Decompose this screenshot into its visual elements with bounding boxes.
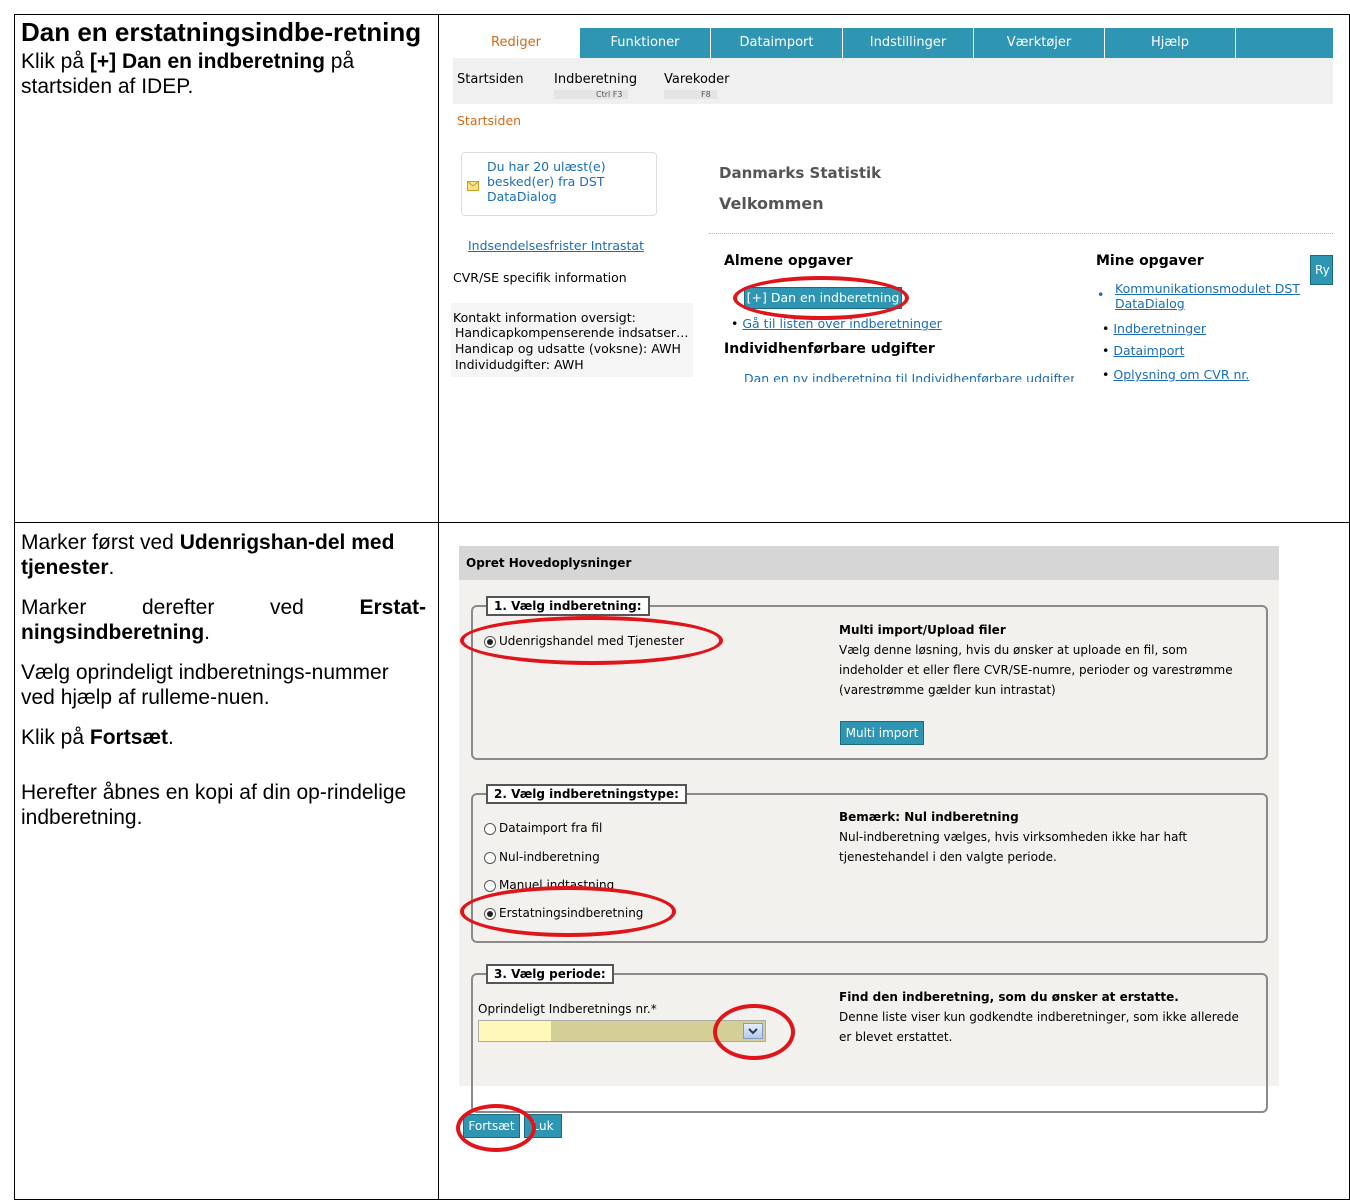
- breadcrumb[interactable]: Startsiden: [457, 113, 521, 128]
- option-udenrigshandel-radio[interactable]: [484, 636, 496, 648]
- section-title: Dan en erstatningsindbe-retning: [21, 17, 422, 47]
- step3-legend: 3. Vælg periode:: [486, 964, 614, 984]
- deadline-link[interactable]: Indsendelsesfrister Intrastat: [468, 238, 644, 253]
- tab-hjaelp[interactable]: Hjælp: [1105, 28, 1236, 58]
- multi-import-button[interactable]: Multi import: [840, 721, 924, 745]
- side-button[interactable]: Ry: [1310, 255, 1333, 285]
- step2-info: Bemærk: Nul indberetning Nul-indberetnin…: [839, 810, 1188, 864]
- my-task-link[interactable]: Dataimport: [1113, 343, 1184, 358]
- main-menu-bar: Rediger Funktioner Dataimport Indstillin…: [453, 28, 1333, 58]
- row2-step1: Marker først ved Udenrigshan-del med tje…: [21, 531, 395, 579]
- continue-button[interactable]: Fortsæt: [463, 1114, 520, 1138]
- option-erstatning-radio[interactable]: [484, 908, 496, 920]
- option-dataimport-radio[interactable]: [484, 823, 496, 835]
- option-erstatning-label[interactable]: Erstatningsindberetning: [499, 906, 643, 920]
- my-task-link[interactable]: Kommunikationsmodulet DST DataDialog: [1115, 281, 1312, 311]
- form-title: Opret Hovedoplysninger: [466, 556, 632, 570]
- tab-vaerktoejer[interactable]: Værktøjer: [974, 28, 1105, 58]
- org-name: Danmarks Statistik: [719, 164, 882, 182]
- contact-line: Individudgifter: AWH: [455, 357, 584, 372]
- contact-title: Kontakt information oversigt:: [453, 310, 636, 325]
- row2-step4: Klik på Fortsæt.: [21, 726, 174, 749]
- my-task-clip: • Oplysning om CVR nr.: [1102, 365, 1302, 382]
- my-task-link[interactable]: Indberetninger: [1113, 321, 1206, 336]
- original-report-label: Oprindeligt Indberetnings nr.*: [478, 1002, 657, 1016]
- my-task-link[interactable]: Oplysning om CVR nr.: [1113, 367, 1249, 382]
- create-report-button[interactable]: [+] Dan en indberetning: [744, 287, 902, 309]
- common-tasks-heading: Almene opgaver: [724, 253, 853, 269]
- step1-info: Multi import/Upload filer Vælg denne løs…: [839, 623, 1233, 697]
- contact-line: Handicapkompenserende indsatser…: [455, 325, 689, 340]
- dotted-divider: [709, 233, 1333, 234]
- welcome-heading: Velkommen: [719, 194, 824, 213]
- row-divider: [14, 522, 1350, 523]
- submenu-indberetning[interactable]: Indberetning: [554, 72, 637, 87]
- row2-step3: Vælg oprindeligt indberetnings-nummer ve…: [21, 661, 389, 709]
- individual-heading: Individhenførbare udgifter: [724, 341, 935, 357]
- row1-text: Dan en erstatningsindbe-retning Klik på …: [21, 17, 426, 99]
- message-box[interactable]: Du har 20 ulæst(e) besked(er) fra DST Da…: [461, 152, 657, 216]
- main-content-bottom-fade: [450, 382, 1330, 392]
- submenu-indberetning-shortcut: Ctrl F3: [554, 90, 629, 99]
- my-task-item[interactable]: • Indberetninger: [1102, 321, 1206, 336]
- submenu-varekoder[interactable]: Varekoder: [664, 72, 730, 87]
- list-link-item[interactable]: • Gå til listen over indberetninger: [731, 316, 961, 331]
- column-divider: [438, 14, 439, 1200]
- message-box-text[interactable]: Du har 20 ulæst(e) besked(er) fra DST Da…: [487, 159, 647, 204]
- row2-text: Marker først ved Udenrigshan-del med tje…: [21, 530, 426, 830]
- individual-line[interactable]: Dan en ny indberetning til Individhenfør…: [744, 371, 1074, 382]
- step2-legend: 2. Vælg indberetningstype:: [486, 784, 687, 804]
- row1-instruction: Klik på [+] Dan en indberetning på start…: [21, 50, 355, 98]
- envelope-icon: [467, 181, 479, 191]
- tab-indstillinger[interactable]: Indstillinger: [843, 28, 974, 58]
- sub-menu-bar: Startsiden Indberetning Ctrl F3 Varekode…: [453, 58, 1333, 104]
- list-link[interactable]: Gå til listen over indberetninger: [742, 316, 941, 331]
- my-task-item[interactable]: • Oplysning om CVR nr.: [1102, 367, 1249, 382]
- option-nul-label[interactable]: Nul-indberetning: [499, 850, 600, 864]
- row2-step2: Marker derefter ved Erstat-ningsindberet…: [21, 596, 426, 644]
- step1-legend: 1. Vælg indberetning:: [486, 596, 650, 616]
- tab-rediger[interactable]: Rediger: [453, 28, 580, 58]
- option-dataimport-label[interactable]: Dataimport fra fil: [499, 821, 602, 835]
- form-header: Opret Hovedoplysninger: [459, 546, 1279, 580]
- contact-line: Handicap og udsatte (voksne): AWH: [455, 341, 681, 356]
- individual-clip: Dan en ny indberetning til Individhenfør…: [744, 366, 1074, 382]
- cvr-info: CVR/SE specifik information: [453, 270, 627, 285]
- close-button[interactable]: Luk: [524, 1114, 562, 1138]
- option-manuel-label[interactable]: Manuel indtastning: [499, 878, 614, 892]
- chevron-down-icon[interactable]: [743, 1023, 763, 1039]
- option-udenrigshandel-label[interactable]: Udenrigshandel med Tjenester: [499, 634, 684, 648]
- row2-step5: Herefter åbnes en kopi af din op-rindeli…: [21, 781, 407, 829]
- my-task-item[interactable]: • Kommunikationsmodulet DST DataDialog: [1097, 281, 1312, 311]
- submenu-varekoder-shortcut: F8: [664, 90, 717, 99]
- original-report-select[interactable]: [478, 1020, 766, 1042]
- submenu-startsiden[interactable]: Startsiden: [457, 72, 524, 87]
- step3-info: Find den indberetning, som du ønsker at …: [839, 990, 1239, 1044]
- my-task-item[interactable]: • Dataimport: [1102, 343, 1184, 358]
- contact-box: Kontakt information oversigt: Handicapko…: [451, 303, 693, 377]
- tab-funktioner[interactable]: Funktioner: [580, 28, 711, 58]
- tab-dataimport[interactable]: Dataimport: [711, 28, 843, 58]
- my-tasks-heading: Mine opgaver: [1096, 253, 1204, 269]
- option-nul-radio[interactable]: [484, 852, 496, 864]
- option-manuel-radio[interactable]: [484, 880, 496, 892]
